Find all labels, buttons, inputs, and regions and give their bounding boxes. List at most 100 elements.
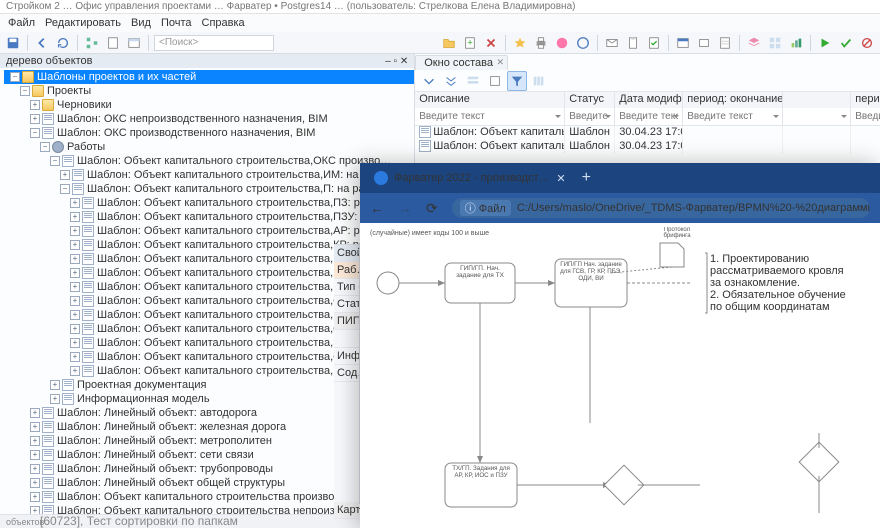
grid-row[interactable]: Шаблон: Объект капитального строитель… Ш… bbox=[415, 140, 880, 154]
star-icon[interactable] bbox=[511, 34, 529, 52]
collapse-icon[interactable]: − bbox=[50, 156, 60, 166]
delete-icon[interactable] bbox=[482, 34, 500, 52]
filter-modified[interactable] bbox=[615, 108, 682, 125]
expand-icon[interactable]: + bbox=[70, 324, 80, 334]
search-input[interactable]: <Поиск> bbox=[154, 35, 274, 51]
col-description[interactable]: Описание bbox=[415, 92, 565, 108]
tree-node[interactable]: +Шаблон: Объект капитального строительст… bbox=[4, 196, 414, 210]
col-period-end2[interactable]: период: оконч bbox=[851, 92, 880, 108]
collapse-icon[interactable]: − bbox=[20, 86, 30, 96]
new-folder-icon[interactable] bbox=[440, 34, 458, 52]
expand-icon[interactable]: + bbox=[30, 114, 40, 124]
properties-tab[interactable]: Раб… bbox=[334, 262, 359, 279]
expand-icon[interactable]: + bbox=[70, 352, 80, 362]
save-icon[interactable] bbox=[4, 34, 22, 52]
back-icon[interactable]: ← bbox=[370, 200, 384, 216]
mail-icon[interactable] bbox=[603, 34, 621, 52]
expand-icon[interactable]: + bbox=[70, 268, 80, 278]
expand-icon[interactable]: + bbox=[70, 198, 80, 208]
expand-icon[interactable]: + bbox=[70, 338, 80, 348]
chart-icon[interactable] bbox=[787, 34, 805, 52]
close-icon[interactable]: – ▫ ✕ bbox=[385, 56, 408, 67]
close-icon[interactable]: ✕ bbox=[496, 57, 504, 68]
tree-node[interactable]: −Шаблон: ОКС производственного назначени… bbox=[4, 126, 414, 140]
expand-icon[interactable]: + bbox=[30, 478, 40, 488]
menu-mail[interactable]: Почта bbox=[161, 17, 192, 29]
expand-icon[interactable]: + bbox=[30, 506, 40, 514]
link-icon[interactable] bbox=[574, 34, 592, 52]
layers-icon[interactable] bbox=[745, 34, 763, 52]
globe-icon[interactable] bbox=[553, 34, 571, 52]
expand-icon[interactable]: + bbox=[70, 254, 80, 264]
col-period-end[interactable]: период: окончание bbox=[683, 92, 783, 108]
menu-help[interactable]: Справка bbox=[202, 17, 245, 29]
collapse-icon[interactable]: − bbox=[40, 142, 50, 152]
filter-status[interactable] bbox=[565, 108, 614, 125]
expand-icon[interactable]: + bbox=[30, 492, 40, 502]
forward-icon[interactable]: → bbox=[398, 200, 412, 216]
new-tab-button[interactable]: + bbox=[582, 169, 591, 187]
expand-icon[interactable]: + bbox=[30, 100, 40, 110]
expand-icon[interactable]: + bbox=[30, 450, 40, 460]
expand-icon[interactable] bbox=[419, 71, 439, 91]
filter-description[interactable] bbox=[415, 108, 564, 125]
tree-node[interactable]: −Шаблон: Объект капитального строительст… bbox=[4, 182, 414, 196]
filter-period2[interactable] bbox=[851, 108, 880, 125]
expand-all-icon[interactable] bbox=[441, 71, 461, 91]
check-icon[interactable] bbox=[837, 34, 855, 52]
collapse-icon[interactable]: − bbox=[30, 128, 40, 138]
col-status[interactable]: Статус bbox=[565, 92, 615, 108]
reload-icon[interactable]: ⟳ bbox=[426, 200, 438, 217]
filter-period[interactable] bbox=[683, 108, 782, 125]
grid-row[interactable]: Шаблон: Объект капитального строитель… Ш… bbox=[415, 126, 880, 140]
filter-icon[interactable] bbox=[507, 71, 527, 91]
expand-icon[interactable]: + bbox=[50, 380, 60, 390]
preview-icon[interactable] bbox=[125, 34, 143, 52]
page-icon[interactable] bbox=[104, 34, 122, 52]
assign-icon[interactable] bbox=[645, 34, 663, 52]
expand-icon[interactable]: + bbox=[50, 394, 60, 404]
browser-viewport[interactable]: (случайные) имеет коды 100 и выше ГИП/ГП… bbox=[360, 223, 880, 528]
tree-node[interactable]: −Шаблон: Объект капитального строительст… bbox=[4, 154, 414, 168]
print-icon[interactable] bbox=[532, 34, 550, 52]
collapse-icon[interactable]: − bbox=[60, 184, 70, 194]
window-icon[interactable] bbox=[674, 34, 692, 52]
col-spacer[interactable] bbox=[783, 92, 851, 108]
expand-icon[interactable]: + bbox=[70, 212, 80, 222]
group-icon[interactable] bbox=[463, 71, 483, 91]
close-icon[interactable]: ✕ bbox=[556, 172, 565, 185]
columns-icon[interactable] bbox=[529, 71, 549, 91]
expand-icon[interactable]: + bbox=[70, 296, 80, 306]
card-icon[interactable] bbox=[485, 71, 505, 91]
refresh-icon[interactable] bbox=[54, 34, 72, 52]
url-field[interactable]: ⓘ Файл C:/Users/maslo/OneDrive/_TDMS-Фар… bbox=[452, 198, 870, 218]
tree-node[interactable]: +Черновики bbox=[4, 98, 414, 112]
expand-icon[interactable]: + bbox=[70, 226, 80, 236]
expand-icon[interactable]: + bbox=[70, 310, 80, 320]
expand-icon[interactable]: + bbox=[30, 464, 40, 474]
expand-icon[interactable]: + bbox=[70, 366, 80, 376]
browser-tab[interactable]: Фарватер 2022 - производст… ✕ bbox=[366, 166, 572, 190]
expand-icon[interactable]: + bbox=[70, 240, 80, 250]
card-icon[interactable] bbox=[695, 34, 713, 52]
cancel-icon[interactable] bbox=[858, 34, 876, 52]
play-icon[interactable] bbox=[816, 34, 834, 52]
sheet-icon[interactable] bbox=[716, 34, 734, 52]
tree-node[interactable]: −Работы bbox=[4, 140, 414, 154]
grid-icon[interactable] bbox=[766, 34, 784, 52]
new-doc-icon[interactable]: + bbox=[461, 34, 479, 52]
menu-view[interactable]: Вид bbox=[131, 17, 151, 29]
expand-icon[interactable]: + bbox=[30, 436, 40, 446]
tab-composition[interactable]: Окно состава✕ bbox=[415, 55, 508, 70]
tree-node[interactable]: −Проекты bbox=[4, 84, 414, 98]
tree-icon[interactable] bbox=[83, 34, 101, 52]
filter-5[interactable] bbox=[783, 108, 850, 125]
collapse-icon[interactable]: − bbox=[10, 72, 20, 82]
expand-icon[interactable]: + bbox=[60, 170, 70, 180]
expand-icon[interactable]: + bbox=[70, 282, 80, 292]
tree-node[interactable]: +Шаблон: Объект капитального строительст… bbox=[4, 168, 414, 182]
expand-icon[interactable]: + bbox=[30, 408, 40, 418]
expand-icon[interactable]: + bbox=[30, 422, 40, 432]
menu-edit[interactable]: Редактировать bbox=[45, 17, 121, 29]
menu-file[interactable]: Файл bbox=[8, 17, 35, 29]
